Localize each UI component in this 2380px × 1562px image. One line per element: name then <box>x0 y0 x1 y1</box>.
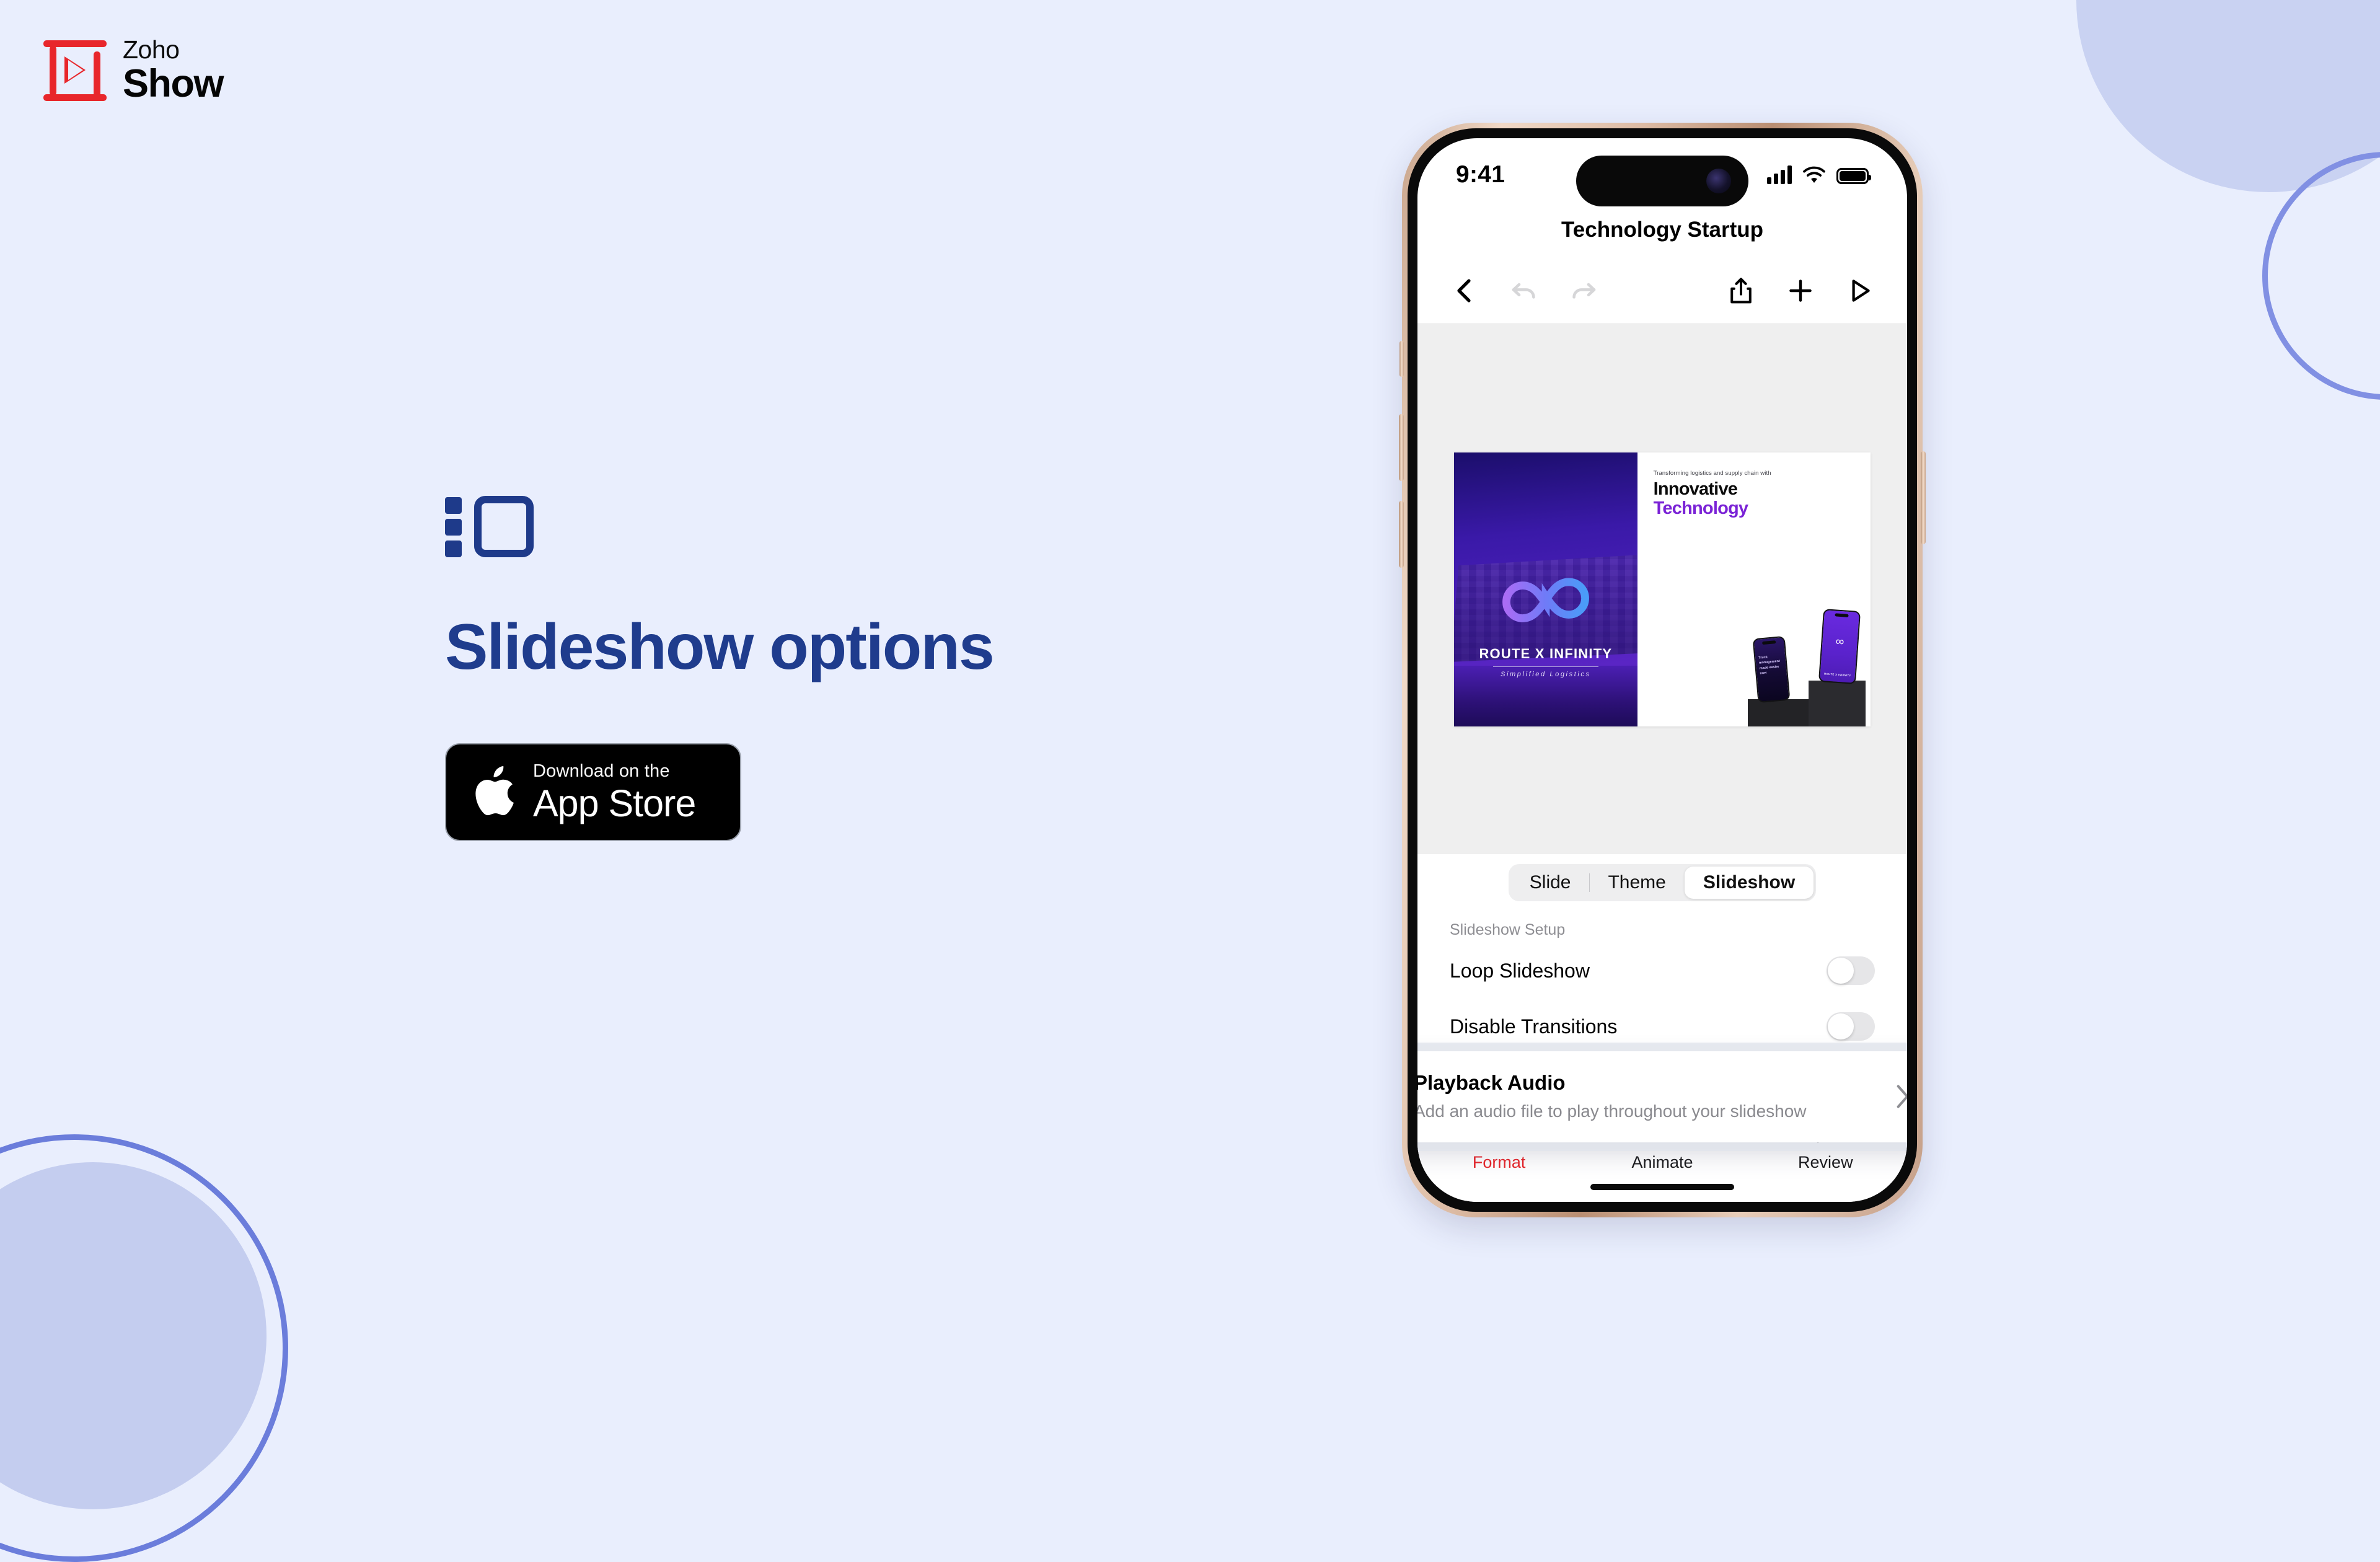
phone-mockup: 9:41 Technology Startup ROUTE X INFINITY… <box>1399 123 1926 1217</box>
slide-tagline: Simplified Logistics <box>1501 670 1591 678</box>
tab-slideshow[interactable]: Slideshow <box>1684 867 1814 899</box>
slide-eyebrow: Transforming logistics and supply chain … <box>1653 469 1771 477</box>
battery-full-icon <box>1836 168 1871 184</box>
playback-audio-subtitle: Add an audio file to play throughout you… <box>1417 1101 1807 1121</box>
loop-slideshow-toggle[interactable] <box>1827 956 1875 985</box>
dynamic-island <box>1576 156 1748 206</box>
apple-logo-icon <box>471 765 516 819</box>
slide-headline-secondary: Technology <box>1653 498 1748 518</box>
bottom-tab-label: Format <box>1472 1153 1526 1172</box>
play-icon[interactable] <box>1845 276 1875 306</box>
chevron-right-icon <box>1897 1084 1907 1108</box>
mockup-phone-purple: ∞ ROUTE X INFINITY <box>1818 608 1861 684</box>
status-time: 9:41 <box>1456 161 1505 188</box>
slide-right-panel: Transforming logistics and supply chain … <box>1637 452 1871 726</box>
infinity-logo-icon <box>1491 575 1600 632</box>
plus-icon[interactable] <box>1786 276 1815 306</box>
panel-tabs: Slide Theme Slideshow <box>1417 854 1907 910</box>
slide-left-panel: ROUTE X INFINITY Simplified Logistics <box>1454 452 1637 726</box>
hero-section: Slideshow options Download on the App St… <box>445 496 1127 842</box>
decor-circle-top-right-filled <box>2076 0 2380 192</box>
playback-audio-card[interactable]: Playback Audio Add an audio file to play… <box>1417 1051 1907 1142</box>
phone-screen: 9:41 Technology Startup ROUTE X INFINITY… <box>1417 138 1907 1202</box>
silent-switch-button[interactable] <box>1399 341 1404 377</box>
brand-logo: Zoho Show <box>43 35 224 105</box>
document-title: Technology Startup <box>1561 218 1764 242</box>
wifi-icon <box>1802 165 1826 184</box>
status-bar: 9:41 <box>1417 138 1907 211</box>
brand-name-show: Show <box>123 62 224 105</box>
app-store-download-button[interactable]: Download on the App Store <box>445 743 741 842</box>
power-button[interactable] <box>1921 451 1926 544</box>
mockup-phone-brand: ROUTE X INFINITY <box>1823 671 1851 677</box>
slide-canvas: ROUTE X INFINITY Simplified Logistics Tr… <box>1417 324 1907 854</box>
slide-headline-primary: Innovative <box>1653 479 1738 499</box>
volume-down-button[interactable] <box>1399 501 1404 568</box>
tab-theme[interactable]: Theme <box>1589 867 1684 899</box>
slideshow-settings-list: Slideshow Setup Loop Slideshow Disable T… <box>1417 910 1907 1142</box>
setting-row-loop-slideshow[interactable]: Loop Slideshow <box>1417 943 1907 999</box>
slideshow-layout-icon <box>445 496 538 558</box>
setting-label: Loop Slideshow <box>1450 959 1590 982</box>
back-chevron-icon[interactable] <box>1450 276 1479 306</box>
settings-section-header: Slideshow Setup <box>1450 921 1566 938</box>
signal-bars-icon <box>1767 165 1792 184</box>
brand-name-zoho: Zoho <box>123 35 180 64</box>
mockup-phone-text: Truck management made easier now <box>1758 655 1781 675</box>
app-store-big-label: App Store <box>533 782 696 824</box>
page-title: Slideshow options <box>445 611 995 683</box>
decor-circle-bottom-left-filled <box>0 1162 267 1509</box>
setting-row-disable-transitions[interactable]: Disable Transitions <box>1417 999 1907 1054</box>
mockup-phone-dark: Truck management made easier now <box>1752 635 1791 703</box>
bottom-tab-label: Review <box>1798 1153 1853 1172</box>
redo-icon[interactable] <box>1569 276 1598 306</box>
screen-bottom-spacer <box>1417 1198 1907 1202</box>
zoho-show-play-icon <box>43 40 107 101</box>
decor-circle-bottom-left-outline <box>0 1134 288 1562</box>
slide-phone-mockups: Truck management made easier now ∞ ROUTE… <box>1743 608 1867 726</box>
decor-circle-top-right-outline <box>2262 152 2380 400</box>
tab-slide[interactable]: Slide <box>1511 867 1590 899</box>
disable-transitions-toggle[interactable] <box>1827 1012 1875 1041</box>
home-indicator[interactable] <box>1417 1176 1907 1198</box>
editor-toolbar <box>1417 257 1907 324</box>
volume-up-button[interactable] <box>1399 414 1404 481</box>
playback-audio-title: Playback Audio <box>1417 1071 1566 1094</box>
setting-label: Disable Transitions <box>1450 1015 1618 1038</box>
slide-brand-name: ROUTE X INFINITY <box>1479 645 1613 661</box>
undo-icon[interactable] <box>1509 276 1539 306</box>
share-icon[interactable] <box>1726 276 1756 306</box>
app-store-small-label: Download on the <box>533 761 670 781</box>
bottom-tab-label: Animate <box>1631 1153 1693 1172</box>
slide-preview[interactable]: ROUTE X INFINITY Simplified Logistics Tr… <box>1454 452 1871 726</box>
